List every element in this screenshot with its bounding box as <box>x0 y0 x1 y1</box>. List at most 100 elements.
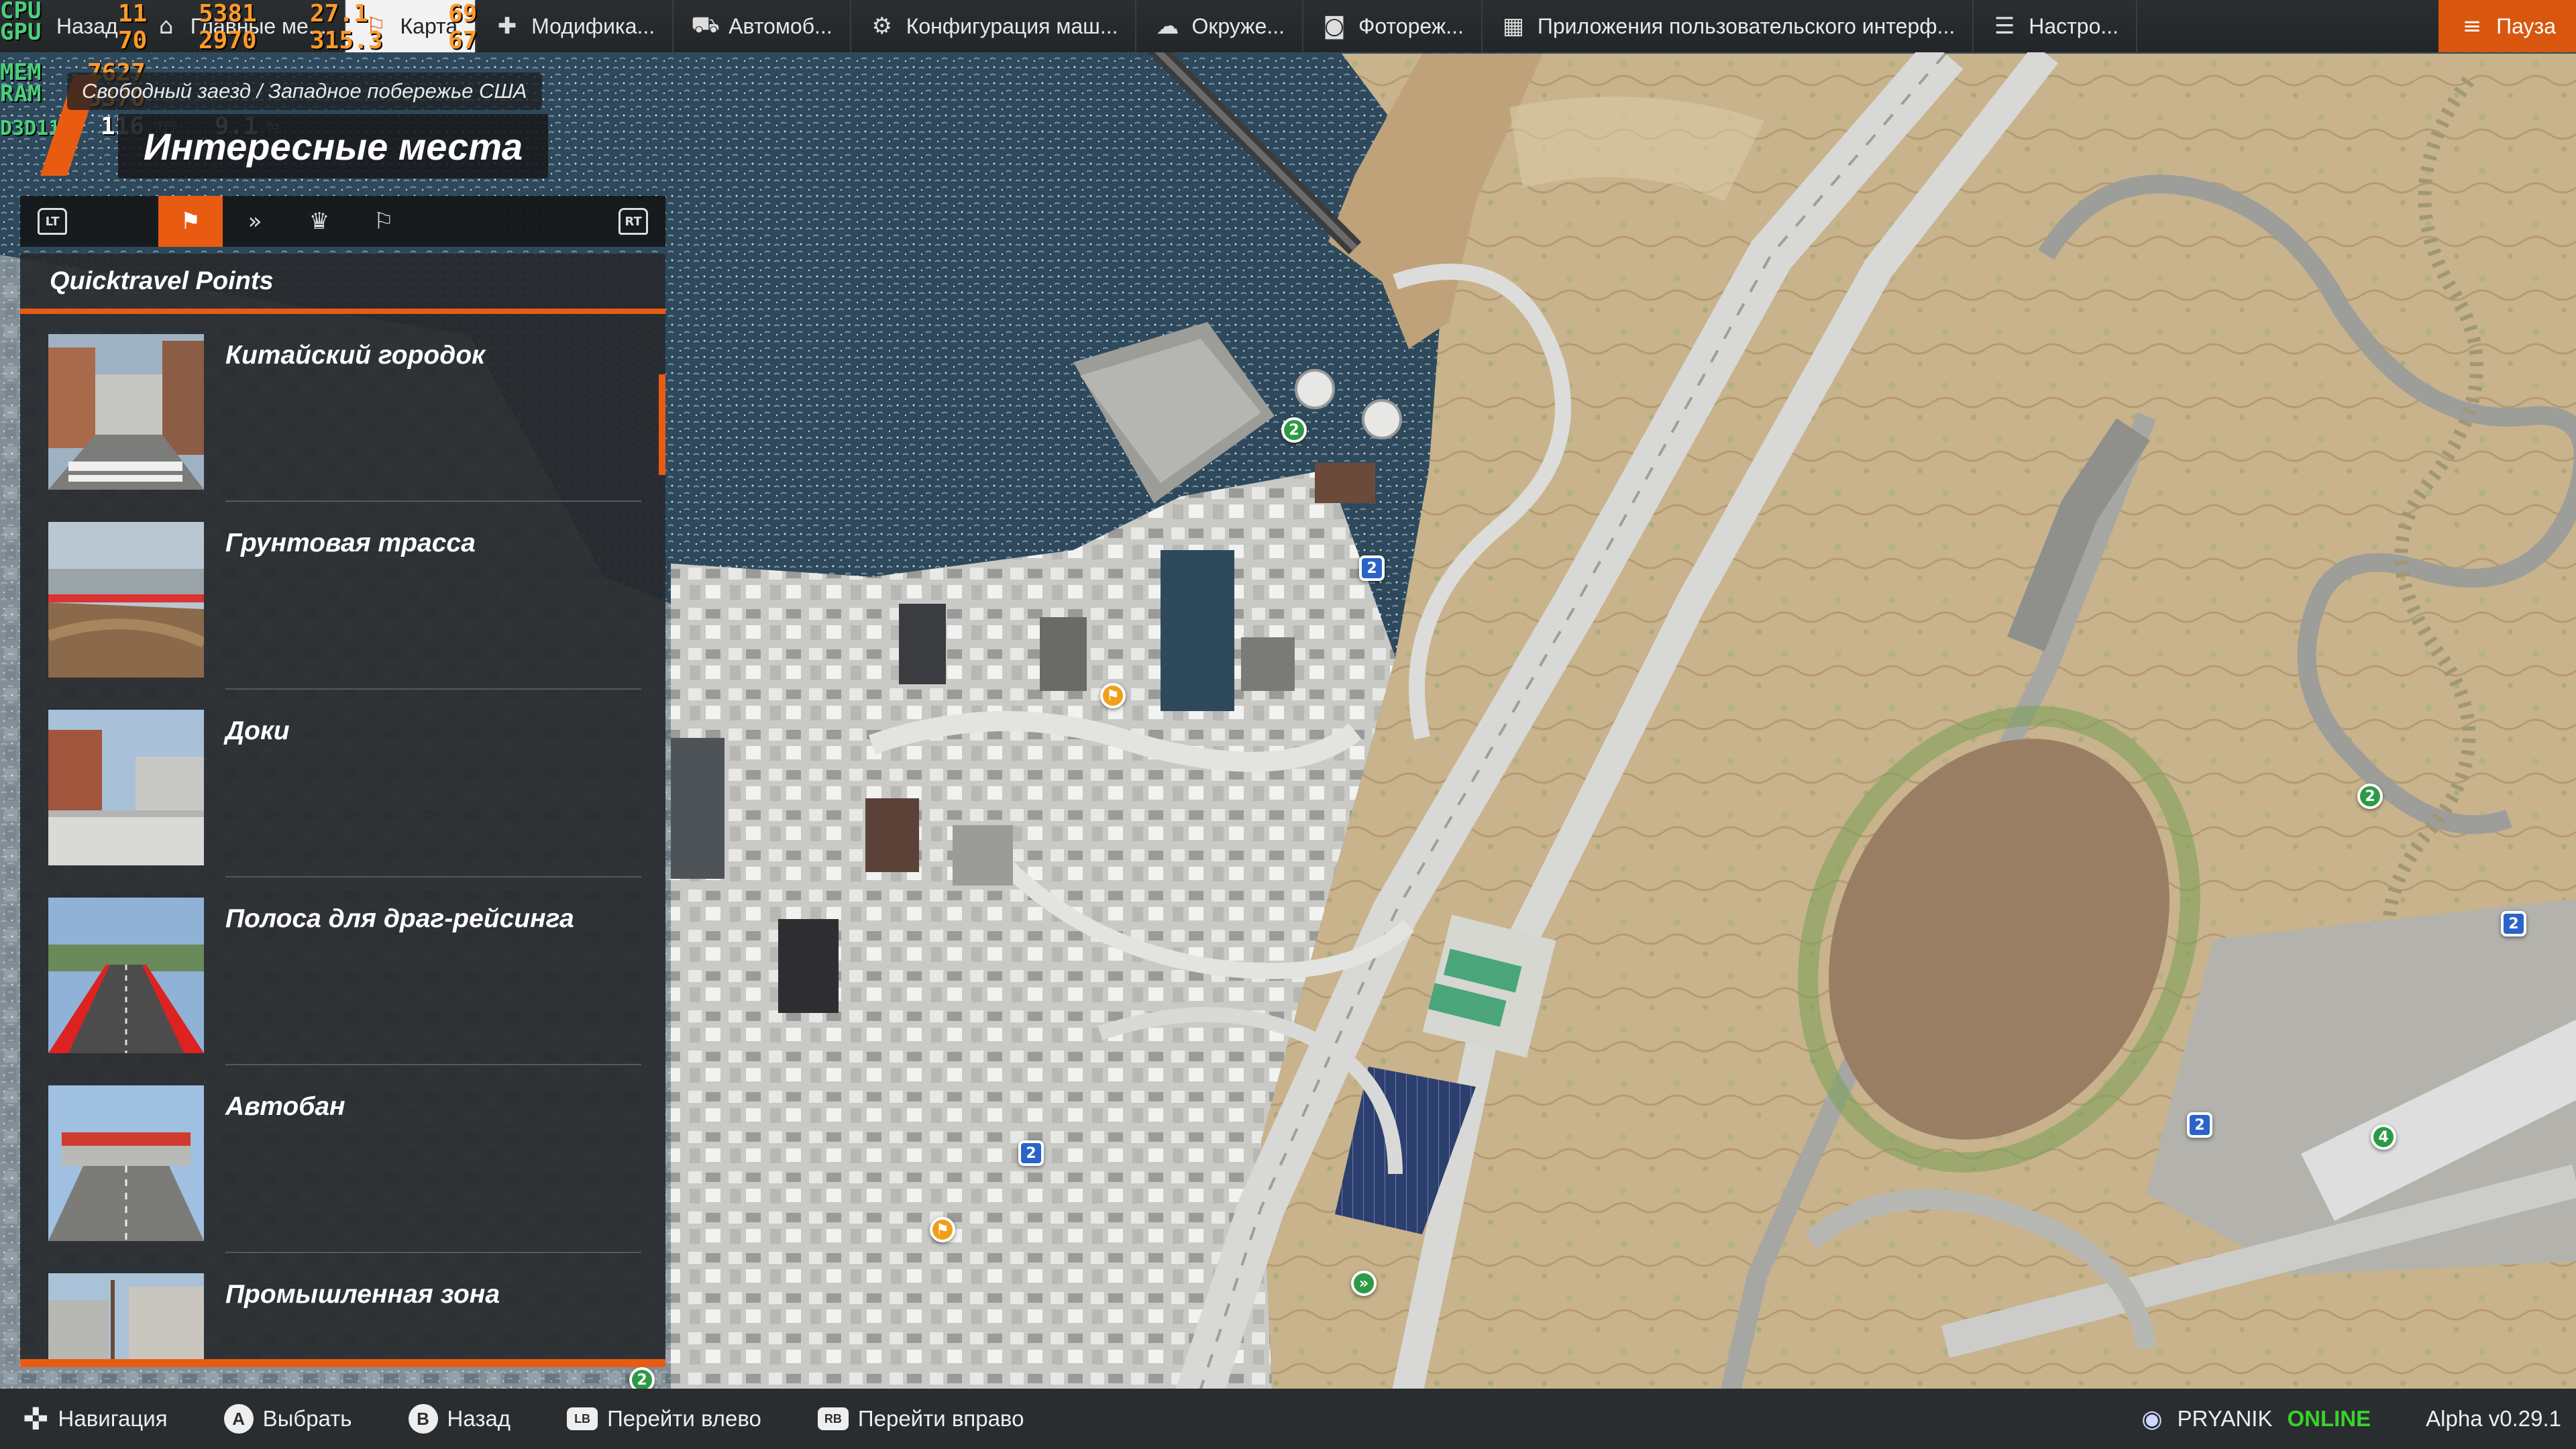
weather-icon: ☁ <box>1156 13 1179 40</box>
lt-icon: LT <box>38 208 67 235</box>
tab-settings[interactable]: ☰ Настро... <box>1974 0 2138 52</box>
flag-icon: ⚐ <box>373 208 394 235</box>
list-item-label: Автобан <box>225 1092 345 1121</box>
map-marker-green[interactable]: 4 <box>2371 1124 2396 1150</box>
tab-label: Карта <box>400 13 458 38</box>
hint-select[interactable]: A Выбрать <box>223 1404 352 1434</box>
hint-label: Навигация <box>58 1406 168 1431</box>
tab-map[interactable]: ⚐ Карта <box>345 0 477 52</box>
tab-challenges[interactable]: ♛ <box>287 196 352 247</box>
tab-environment[interactable]: ☁ Окруже... <box>1136 0 1304 52</box>
map-icon: ⚐ <box>366 13 386 40</box>
thumbnail-dirt-track <box>48 522 204 678</box>
thumbnail-docks <box>48 710 204 865</box>
tab-spawn-points[interactable]: ⚑ <box>158 196 223 247</box>
map-marker-green[interactable]: 2 <box>1281 417 1307 443</box>
tab-label: Фотореж... <box>1358 13 1464 38</box>
tab-vehicles[interactable]: ⛟ Автомоб... <box>674 0 851 52</box>
tab-vehicle-config[interactable]: ⚙ Конфигурация маш... <box>851 0 1137 52</box>
hint-go-right[interactable]: RB Перейти вправо <box>817 1406 1024 1432</box>
hint-go-left[interactable]: LB Перейти влево <box>567 1406 761 1432</box>
map-marker-green[interactable]: 2 <box>2357 784 2383 809</box>
pause-button[interactable]: ≡ Пауза <box>2438 0 2576 52</box>
tab-ui-apps[interactable]: ▦ Приложения пользовательского интерф... <box>1483 0 1974 52</box>
username: PRYANIK <box>2177 1406 2273 1431</box>
hint-label: Перейти вправо <box>857 1406 1024 1431</box>
list-item-label: Доки <box>225 716 290 745</box>
bottom-hint-bar: ✜ Навигация A Выбрать B Назад LB Перейти… <box>0 1389 2576 1449</box>
list-item-autobahn[interactable]: Автобан <box>20 1065 665 1253</box>
online-status[interactable]: ◉ PRYANIK ONLINE Alpha v0.29.1 <box>2141 1405 2561 1433</box>
tab-label: Конфигурация маш... <box>906 13 1118 38</box>
quicktravel-list[interactable]: Китайский городок Грунтовая трасса Доки … <box>20 314 665 1360</box>
tab-main-menu[interactable]: ⌂ Главные ме... <box>136 0 345 52</box>
network-icon: ◉ <box>2141 1405 2163 1433</box>
online-label: ONLINE <box>2287 1406 2371 1431</box>
tab-label: Модифика... <box>531 13 655 38</box>
tab-mods[interactable]: ✚ Модифика... <box>476 0 674 52</box>
tab-prev-bumper[interactable]: LT <box>20 196 85 247</box>
car-icon: ⛟ <box>691 11 720 38</box>
hint-label: Выбрать <box>262 1406 352 1431</box>
thumbnail-drag-strip <box>48 898 204 1053</box>
dpad-icon: ✜ <box>23 1401 49 1437</box>
tab-photo-mode[interactable]: ◙ Фотореж... <box>1303 0 1483 52</box>
rb-button-icon: RB <box>817 1407 849 1430</box>
b-button-icon: B <box>408 1404 438 1434</box>
puzzle-icon: ✚ <box>497 13 517 40</box>
version-label: Alpha v0.29.1 <box>2426 1406 2561 1431</box>
home-icon: ⌂ <box>158 13 174 40</box>
map-marker-chevrons[interactable]: » <box>1351 1271 1377 1296</box>
tab-finish[interactable]: ⚐ <box>352 196 416 247</box>
back-label: Назад <box>56 13 118 38</box>
tab-label: Окруже... <box>1191 13 1285 38</box>
camera-icon: ◙ <box>1323 13 1346 40</box>
map-marker-blue[interactable]: 2 <box>2187 1112 2212 1138</box>
list-item-dirt-track[interactable]: Грунтовая трасса <box>20 502 665 690</box>
hint-navigate[interactable]: ✜ Навигация <box>23 1401 168 1437</box>
list-item-label: Грунтовая трасса <box>225 529 476 557</box>
pause-label: Пауза <box>2496 13 2556 38</box>
rt-icon: RT <box>619 208 648 235</box>
panel-tab-bar: LT ⚑ » ♛ ⚐ RT <box>20 196 665 247</box>
map-marker-blue[interactable]: 2 <box>2501 911 2526 936</box>
panel-bottom-accent <box>20 1359 665 1367</box>
tab-label: Приложения пользовательского интерф... <box>1537 13 1955 38</box>
page-title: Интересные места <box>118 114 549 178</box>
breadcrumb: Свободный заезд / Западное побережье США <box>67 72 542 110</box>
chevrons-icon: » <box>248 208 262 235</box>
map-marker-blue[interactable]: 2 <box>1359 555 1385 581</box>
ui-apps-icon: ▦ <box>1502 13 1524 40</box>
thumbnail-autobahn <box>48 1085 204 1241</box>
panel-header: Quicktravel Points <box>20 254 665 314</box>
tab-label: Главные ме... <box>190 13 327 38</box>
a-button-icon: A <box>223 1404 254 1434</box>
sliders-icon: ☰ <box>1994 13 2015 40</box>
list-item-label: Китайский городок <box>225 341 485 370</box>
hint-label: Назад <box>447 1406 511 1431</box>
menu-icon: ≡ <box>2462 13 2482 40</box>
map-marker-spawn[interactable]: ⚑ <box>1100 683 1126 708</box>
back-button[interactable]: Назад <box>0 0 136 52</box>
hint-back[interactable]: B Назад <box>408 1404 511 1434</box>
spawn-icon: ⚑ <box>180 208 201 235</box>
lb-button-icon: LB <box>567 1407 598 1430</box>
map-marker-blue[interactable]: 2 <box>1018 1140 1044 1166</box>
thumbnail-industrial <box>48 1273 204 1360</box>
thumbnail-chinatown <box>48 334 204 490</box>
tab-next-bumper[interactable]: RT <box>601 196 665 247</box>
list-item-drag-strip[interactable]: Полоса для драг-рейсинга <box>20 877 665 1065</box>
tab-label: Автомоб... <box>729 13 833 38</box>
tab-label: Настро... <box>2029 13 2119 38</box>
list-item-chinatown[interactable]: Китайский городок <box>20 314 665 502</box>
list-item-label: Полоса для драг-рейсинга <box>225 904 574 933</box>
tab-routes[interactable]: » <box>223 196 287 247</box>
list-item-industrial[interactable]: Промышленная зона <box>20 1253 665 1360</box>
list-item-label: Промышленная зона <box>225 1280 500 1309</box>
quicktravel-panel: Quicktravel Points Китайский городок Гру… <box>20 254 665 1367</box>
map-marker-spawn[interactable]: ⚑ <box>930 1217 955 1242</box>
top-menu-bar: Назад ⌂ Главные ме... ⚐ Карта ✚ Модифика… <box>0 0 2576 52</box>
car-config-icon: ⚙ <box>871 13 892 40</box>
list-item-docks[interactable]: Доки <box>20 690 665 877</box>
trophy-icon: ♛ <box>309 208 330 235</box>
